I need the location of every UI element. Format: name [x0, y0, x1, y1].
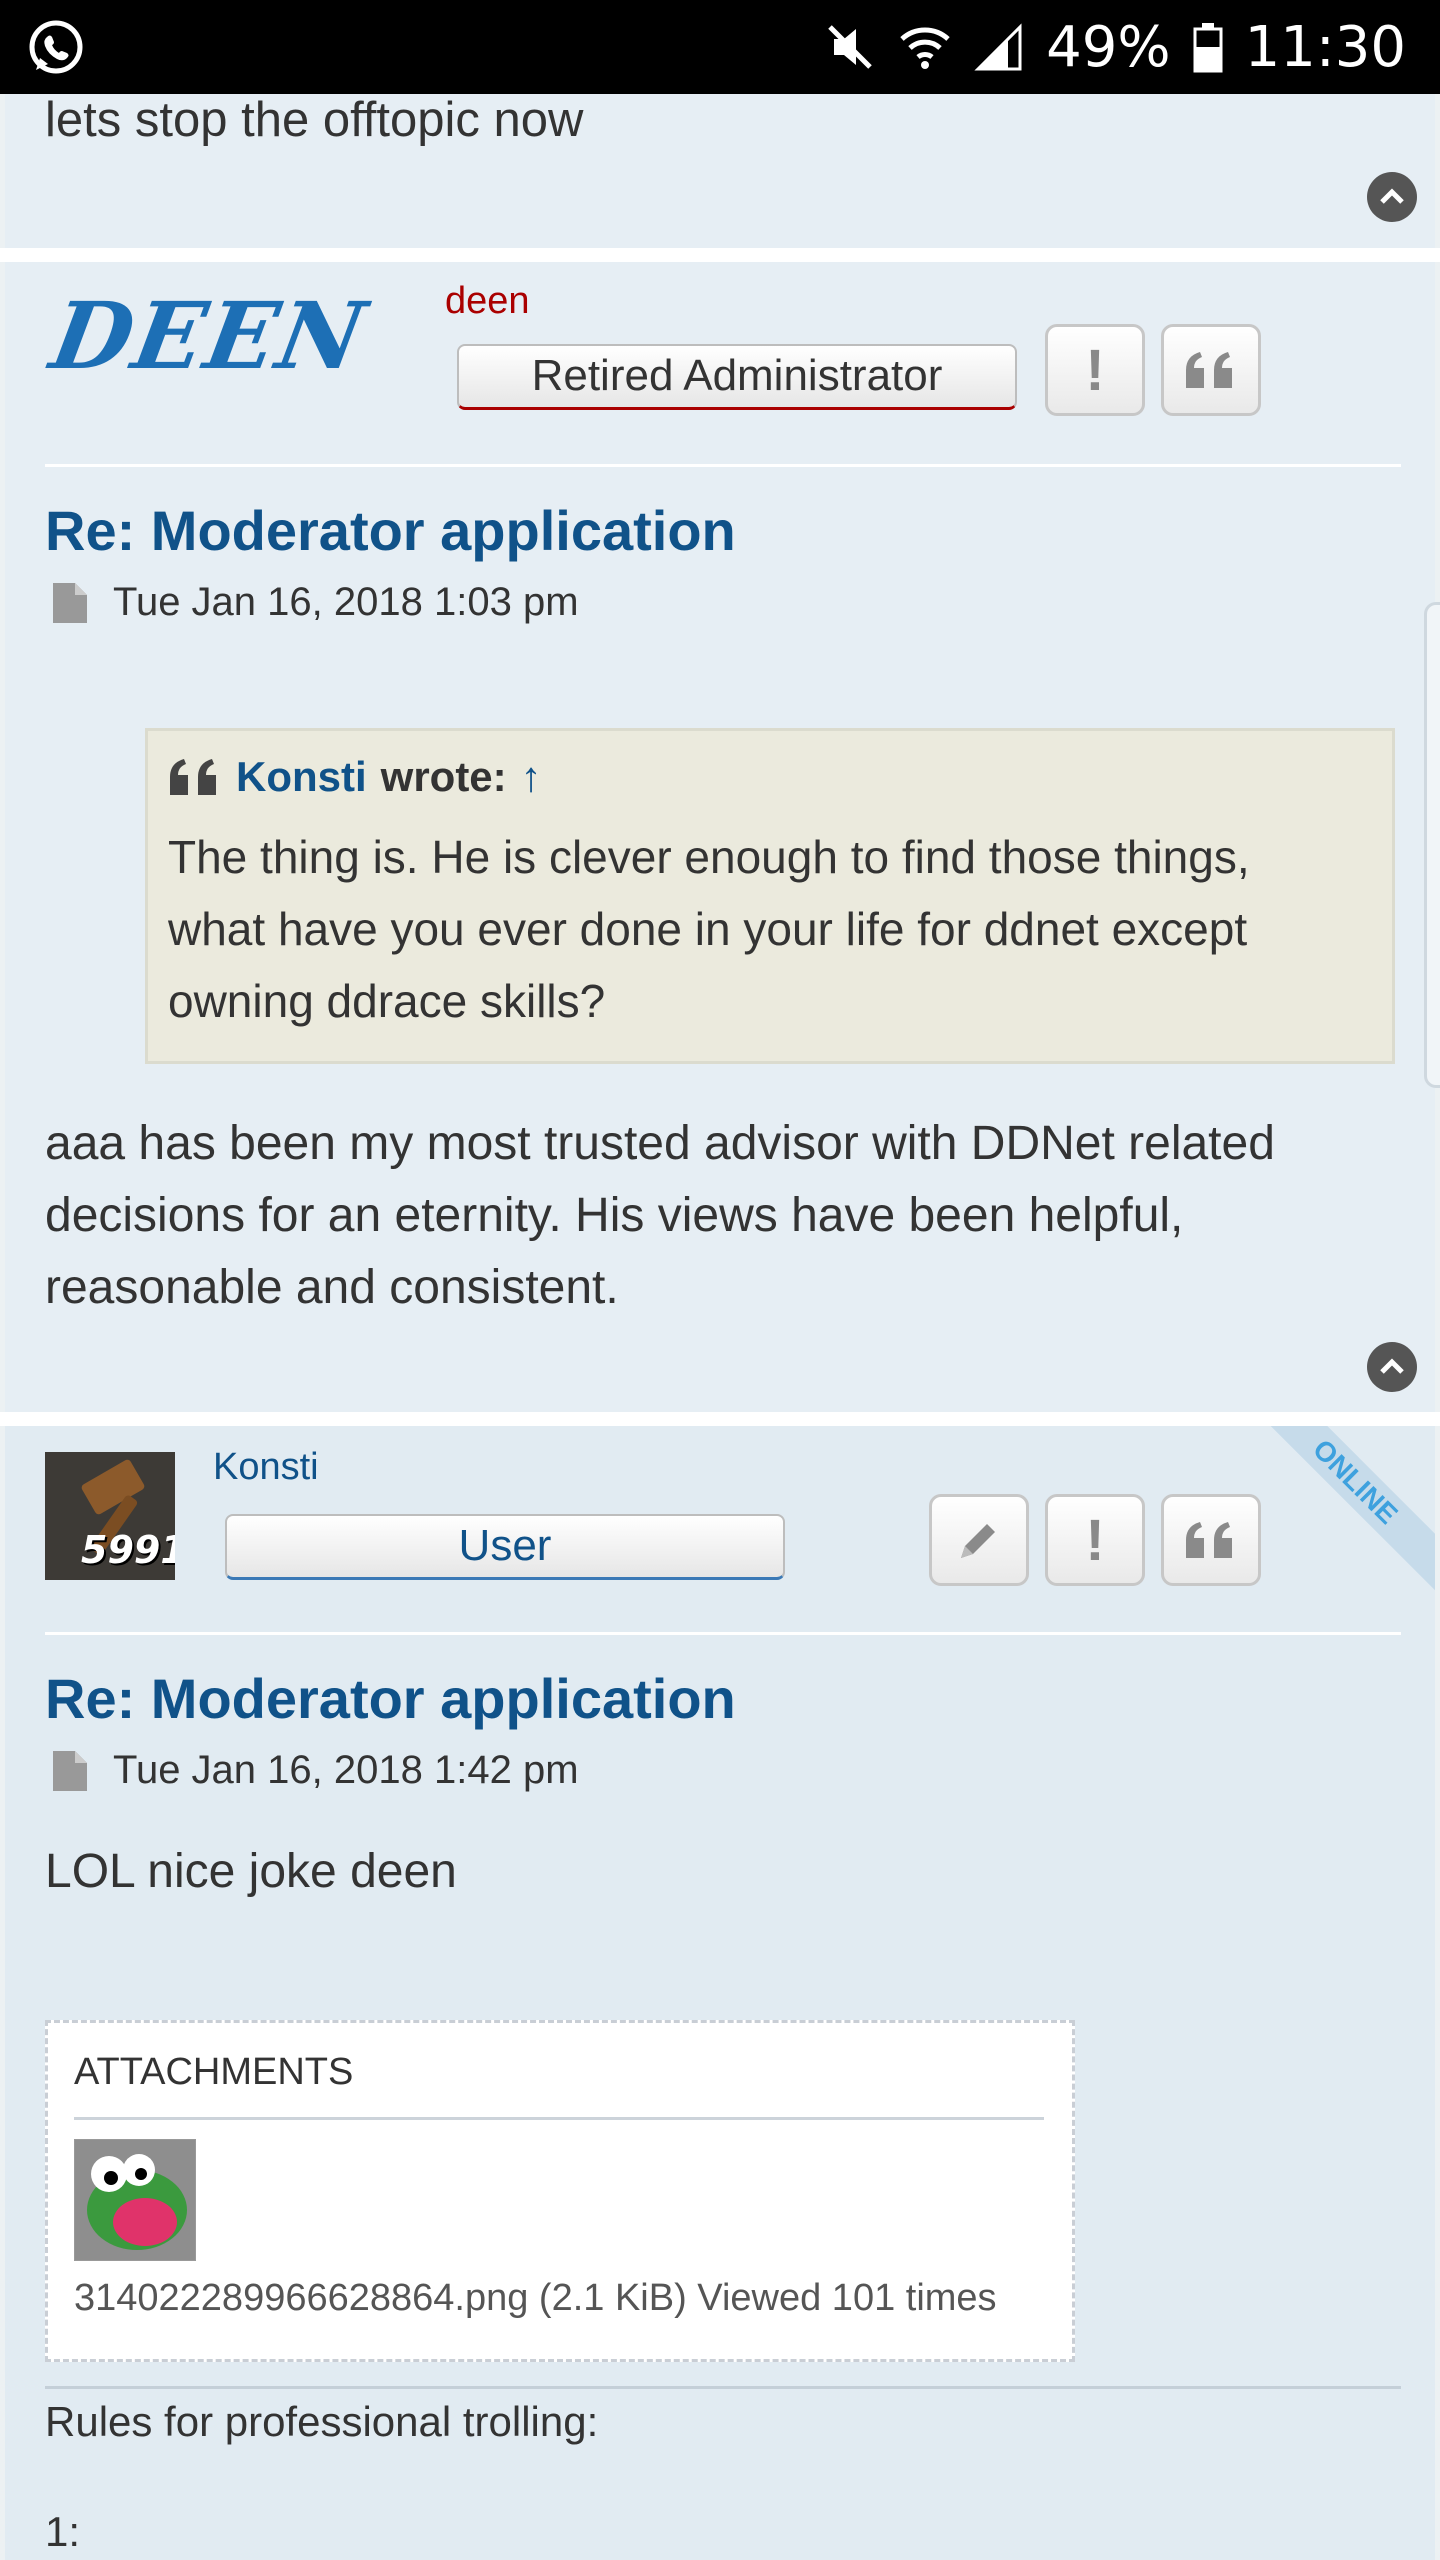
wifi-icon — [898, 21, 952, 73]
post-konsti: 5991 Konsti User ! ONLINE Re: Moderator … — [5, 1426, 1435, 2560]
quote-icon — [170, 759, 216, 795]
quote-header: Konsti wrote: ↑ — [168, 753, 542, 801]
attachment-caption[interactable]: 314022289966628864.png (2.1 KiB) Viewed … — [74, 2277, 997, 2320]
post-text: lets stop the offtopic now — [45, 93, 584, 147]
avatar[interactable]: 5991 — [45, 1452, 175, 1580]
signature-divider — [45, 2386, 1401, 2389]
status-bar: 49% 11:30 — [0, 0, 1440, 94]
edit-button[interactable] — [929, 1494, 1029, 1586]
body-line: decisions for an eternity. His views hav… — [45, 1189, 1184, 1242]
quote-line: owning ddrace skills? — [168, 975, 606, 1027]
body-line: reasonable and consistent. — [45, 1261, 619, 1314]
author-name[interactable]: Konsti — [213, 1446, 319, 1489]
post-meta: Tue Jan 16, 2018 1:03 pm — [53, 580, 579, 625]
online-badge: ONLINE — [1306, 1433, 1404, 1531]
quote-author[interactable]: Konsti — [236, 753, 367, 801]
post-previous: lets stop the offtopic now — [5, 94, 1435, 248]
quote-icon — [1186, 1522, 1232, 1558]
battery-percent: 49% — [1046, 14, 1171, 80]
report-button[interactable]: ! — [1045, 1494, 1145, 1586]
post-divider — [0, 1412, 1440, 1426]
avatar-label: 5991 — [81, 1528, 175, 1572]
back-to-top-icon[interactable] — [1367, 172, 1417, 222]
post-divider — [0, 248, 1440, 262]
post-file-icon[interactable] — [53, 1750, 87, 1791]
report-button[interactable]: ! — [1045, 324, 1145, 416]
attachments-box: ATTACHMENTS 314022289966628864.png (2.1 … — [45, 2020, 1075, 2362]
attachments-header: ATTACHMENTS — [74, 2051, 354, 2093]
signal-icon — [974, 21, 1024, 73]
deen-logo: DEEN — [43, 282, 375, 390]
post-file-icon[interactable] — [53, 582, 87, 623]
post-body: aaa has been my most trusted advisor wit… — [45, 1108, 1275, 1324]
quote-icon — [1186, 352, 1232, 388]
quote-button[interactable] — [1161, 1494, 1261, 1586]
mute-icon — [824, 21, 876, 73]
signature-line: 1: — [45, 2508, 81, 2555]
quote-text: The thing is. He is clever enough to fin… — [168, 821, 1250, 1037]
post-title[interactable]: Re: Moderator application — [45, 1666, 736, 1731]
signature-line: Rules for professional trolling: — [45, 2398, 599, 2445]
quote-wrote-label: wrote: — [380, 753, 507, 800]
rank-badge: Retired Administrator — [457, 344, 1017, 410]
post-header-divider — [45, 1632, 1401, 1635]
post-date: Tue Jan 16, 2018 1:03 pm — [113, 580, 579, 624]
scroll-handle[interactable] — [1424, 602, 1440, 1088]
post-title[interactable]: Re: Moderator application — [45, 498, 736, 563]
attachments-divider — [74, 2117, 1044, 2120]
post-header-divider — [45, 464, 1401, 467]
post-date: Tue Jan 16, 2018 1:42 pm — [113, 1748, 579, 1792]
rank-badge: User — [225, 1514, 785, 1580]
online-ribbon: ONLINE — [1234, 1426, 1435, 1603]
post-text: LOL nice joke deen — [45, 1845, 457, 1898]
frog-icon — [75, 2140, 195, 2260]
quote-button[interactable] — [1161, 324, 1261, 416]
clock: 11:30 — [1244, 14, 1406, 80]
post-deen: DEEN deen Retired Administrator ! Re: Mo… — [5, 262, 1440, 1412]
whatsapp-icon — [26, 18, 86, 78]
post-meta: Tue Jan 16, 2018 1:42 pm — [53, 1748, 579, 1793]
quote-line: The thing is. He is clever enough to fin… — [168, 831, 1250, 883]
quote-line: what have you ever done in your life for… — [168, 903, 1248, 955]
jump-to-quoted-post[interactable]: ↑ — [521, 753, 542, 801]
exclamation-icon: ! — [1085, 337, 1105, 403]
back-to-top-icon[interactable] — [1367, 1342, 1417, 1392]
attachment-thumbnail[interactable] — [74, 2139, 196, 2261]
battery-icon — [1193, 21, 1223, 73]
pencil-icon — [961, 1524, 995, 1558]
exclamation-icon: ! — [1085, 1507, 1105, 1573]
body-line: aaa has been my most trusted advisor wit… — [45, 1117, 1275, 1170]
author-name[interactable]: deen — [445, 280, 530, 323]
quote-block: Konsti wrote: ↑ The thing is. He is clev… — [145, 728, 1395, 1064]
